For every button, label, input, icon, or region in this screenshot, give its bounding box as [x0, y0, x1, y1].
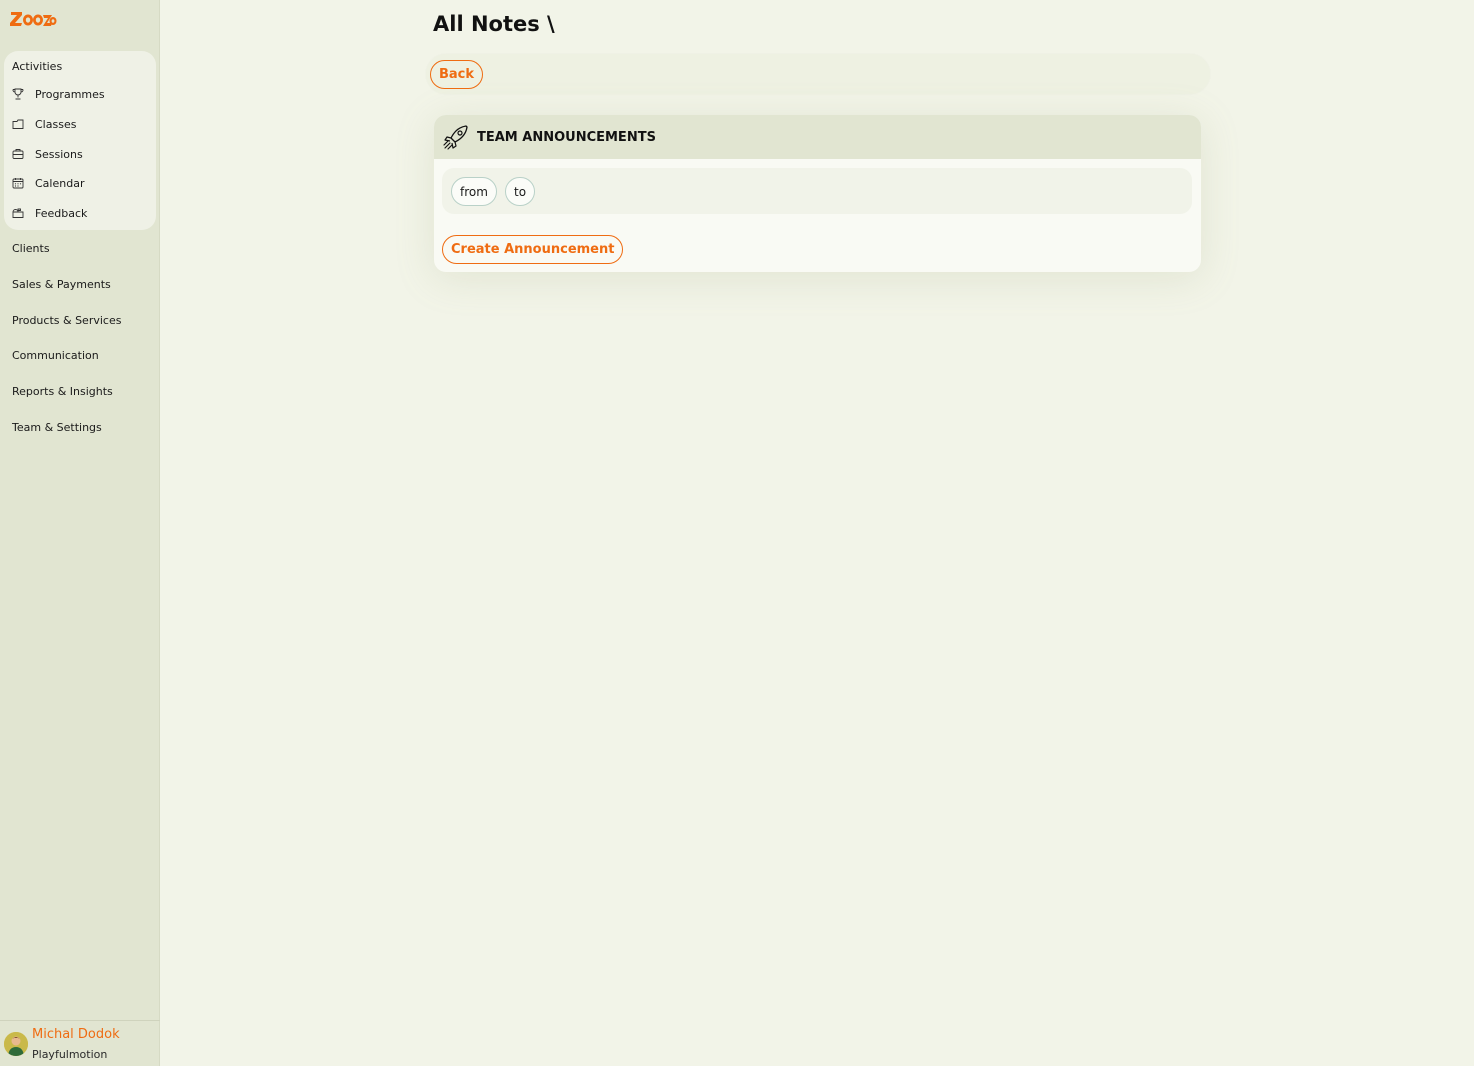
- card-title: TEAM ANNOUNCEMENTS: [477, 129, 656, 145]
- date-filter-row: from to: [442, 168, 1192, 214]
- sidebar-item-sales-payments[interactable]: Sales & Payments: [12, 278, 111, 291]
- avatar-image: [4, 1032, 28, 1056]
- toolbar: Back: [426, 54, 1210, 94]
- sidebar-item-feedback[interactable]: Feedback: [12, 202, 152, 224]
- rocket-icon: [443, 125, 468, 150]
- sidebar-item-programmes[interactable]: Programmes: [12, 83, 152, 105]
- sidebar-item-calendar[interactable]: Calendar: [12, 172, 152, 194]
- sidebar-item-products-services[interactable]: Products & Services: [12, 314, 121, 327]
- trophy-icon: [12, 88, 24, 100]
- sidebar-item-clients[interactable]: Clients: [12, 242, 50, 255]
- sidebar-item-label: Programmes: [35, 87, 105, 101]
- sidebar-item-label: Calendar: [35, 176, 85, 190]
- sidebar: Activities Programmes Classes Sessions C…: [0, 0, 160, 1066]
- activities-title[interactable]: Activities: [12, 60, 62, 73]
- logo-icon: [10, 12, 57, 26]
- zooza-logo[interactable]: [9, 6, 57, 30]
- from-date-filter[interactable]: from: [451, 177, 497, 206]
- sidebar-item-team-settings[interactable]: Team & Settings: [12, 421, 102, 434]
- create-announcement-button[interactable]: Create Announcement: [442, 235, 624, 264]
- sidebar-item-communication[interactable]: Communication: [12, 349, 99, 362]
- sidebar-item-label: Feedback: [35, 206, 88, 220]
- mailbox-icon: [12, 207, 24, 219]
- page-title: All Notes \: [433, 12, 555, 36]
- folder-icon: [12, 118, 24, 130]
- sidebar-item-reports-insights[interactable]: Reports & Insights: [12, 385, 113, 398]
- user-name[interactable]: Michal Dodok: [32, 1027, 120, 1042]
- briefcase-icon: [12, 148, 24, 160]
- activities-group: Activities Programmes Classes Sessions C…: [4, 51, 156, 230]
- sidebar-item-label: Sessions: [35, 147, 83, 161]
- user-profile[interactable]: Michal Dodok Playfulmotion: [0, 1020, 160, 1066]
- sidebar-item-label: Classes: [35, 117, 77, 131]
- to-date-filter[interactable]: to: [505, 177, 536, 206]
- user-organization: Playfulmotion: [32, 1048, 108, 1061]
- card-header: TEAM ANNOUNCEMENTS: [434, 115, 1201, 159]
- avatar: [4, 1032, 28, 1056]
- back-button[interactable]: Back: [430, 60, 484, 89]
- team-announcements-card: TEAM ANNOUNCEMENTS from to Create Announ…: [434, 115, 1201, 272]
- sidebar-item-classes[interactable]: Classes: [12, 113, 152, 135]
- calendar-icon: [12, 177, 24, 189]
- sidebar-item-sessions[interactable]: Sessions: [12, 143, 152, 165]
